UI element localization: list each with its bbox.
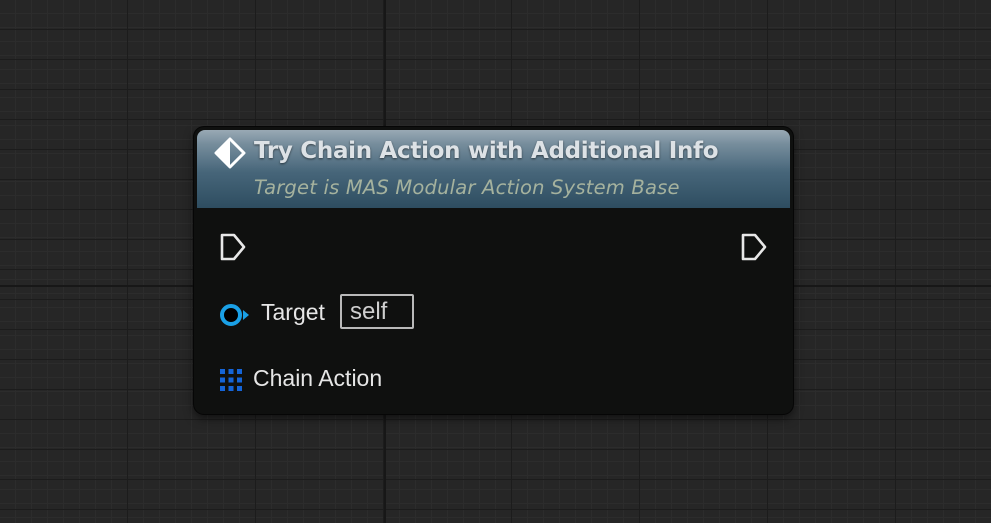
object-reference-pin-icon[interactable] bbox=[218, 302, 252, 328]
exec-output-pin-icon[interactable] bbox=[740, 232, 768, 262]
target-pin-label: Target bbox=[261, 299, 325, 325]
target-value-field[interactable]: self bbox=[340, 294, 414, 329]
node-header[interactable]: Try Chain Action with Additional Info Ta… bbox=[197, 130, 790, 208]
node-title: Try Chain Action with Additional Info bbox=[254, 138, 719, 164]
function-call-node[interactable]: Try Chain Action with Additional Info Ta… bbox=[194, 127, 793, 414]
chain-action-pin-label: Chain Action bbox=[253, 365, 383, 391]
blueprint-graph-canvas[interactable]: Try Chain Action with Additional Info Ta… bbox=[0, 0, 991, 523]
node-subtitle: Target is MAS Modular Action System Base bbox=[254, 176, 680, 199]
function-icon bbox=[214, 137, 246, 169]
exec-input-pin-icon[interactable] bbox=[219, 232, 247, 262]
struct-pin-icon[interactable] bbox=[220, 369, 242, 391]
